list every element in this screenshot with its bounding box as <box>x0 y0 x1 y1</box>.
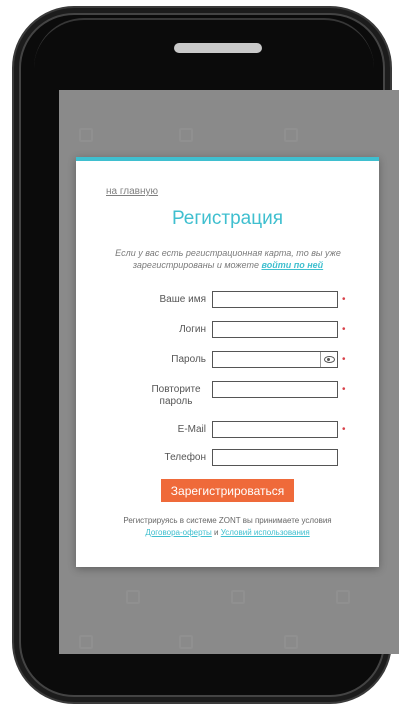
name-label: Ваше имя <box>159 294 206 305</box>
password-input[interactable] <box>212 351 338 368</box>
name-row: Ваше имя • <box>76 291 379 311</box>
background-car-icon <box>126 590 140 604</box>
phone-label: Телефон <box>164 452 206 463</box>
registration-hint: Если у вас есть регистрационная карта, т… <box>98 247 358 271</box>
terms-text: Регистрируясь в системе ZONT вы принимае… <box>123 516 332 525</box>
background-grid-icon <box>336 590 350 604</box>
phone-input[interactable] <box>212 449 338 466</box>
email-input[interactable] <box>212 421 338 438</box>
background-car-icon <box>79 128 93 142</box>
background-grid-icon <box>179 635 193 649</box>
background-car-icon <box>231 590 245 604</box>
register-button[interactable]: Зарегистрироваться <box>161 479 294 502</box>
password-repeat-label: Повторите пароль <box>151 384 201 407</box>
required-mark: • <box>342 384 346 395</box>
background-grid-icon <box>179 128 193 142</box>
background-grid-icon <box>284 128 298 142</box>
phone-speaker <box>174 43 262 53</box>
login-label: Логин <box>179 324 206 335</box>
eye-icon <box>323 356 335 363</box>
required-mark: • <box>342 294 346 305</box>
password-row: Пароль • <box>76 351 379 371</box>
required-mark: • <box>342 354 346 365</box>
name-input[interactable] <box>212 291 338 308</box>
phone-row: Телефон <box>76 449 379 469</box>
email-label: E-Mail <box>177 424 206 435</box>
terms-of-use-link[interactable]: Условий использования <box>221 528 310 537</box>
registration-card: на главную Регистрация Если у вас есть р… <box>76 157 379 567</box>
login-by-card-link[interactable]: войти по ней <box>261 260 323 270</box>
page-title: Регистрация <box>171 208 284 229</box>
offer-agreement-link[interactable]: Договора-оферты <box>145 528 212 537</box>
phone-shine <box>34 18 374 88</box>
email-row: E-Mail • <box>76 421 379 441</box>
login-row: Логин • <box>76 321 379 341</box>
phone-frame: на главную Регистрация Если у вас есть р… <box>12 6 399 704</box>
password-repeat-row: Повторите пароль • <box>76 381 379 407</box>
screen: на главную Регистрация Если у вас есть р… <box>59 90 399 654</box>
home-link[interactable]: на главную <box>106 186 158 197</box>
terms-notice: Регистрируясь в системе ZONT вы принимае… <box>86 515 369 539</box>
login-input[interactable] <box>212 321 338 338</box>
password-repeat-input[interactable] <box>212 381 338 398</box>
show-password-button[interactable] <box>320 352 337 367</box>
required-mark: • <box>342 324 346 335</box>
required-mark: • <box>342 424 346 435</box>
terms-and: и <box>214 528 219 537</box>
background-house-icon <box>79 635 93 649</box>
background-house-icon <box>284 635 298 649</box>
password-label: Пароль <box>171 354 206 365</box>
